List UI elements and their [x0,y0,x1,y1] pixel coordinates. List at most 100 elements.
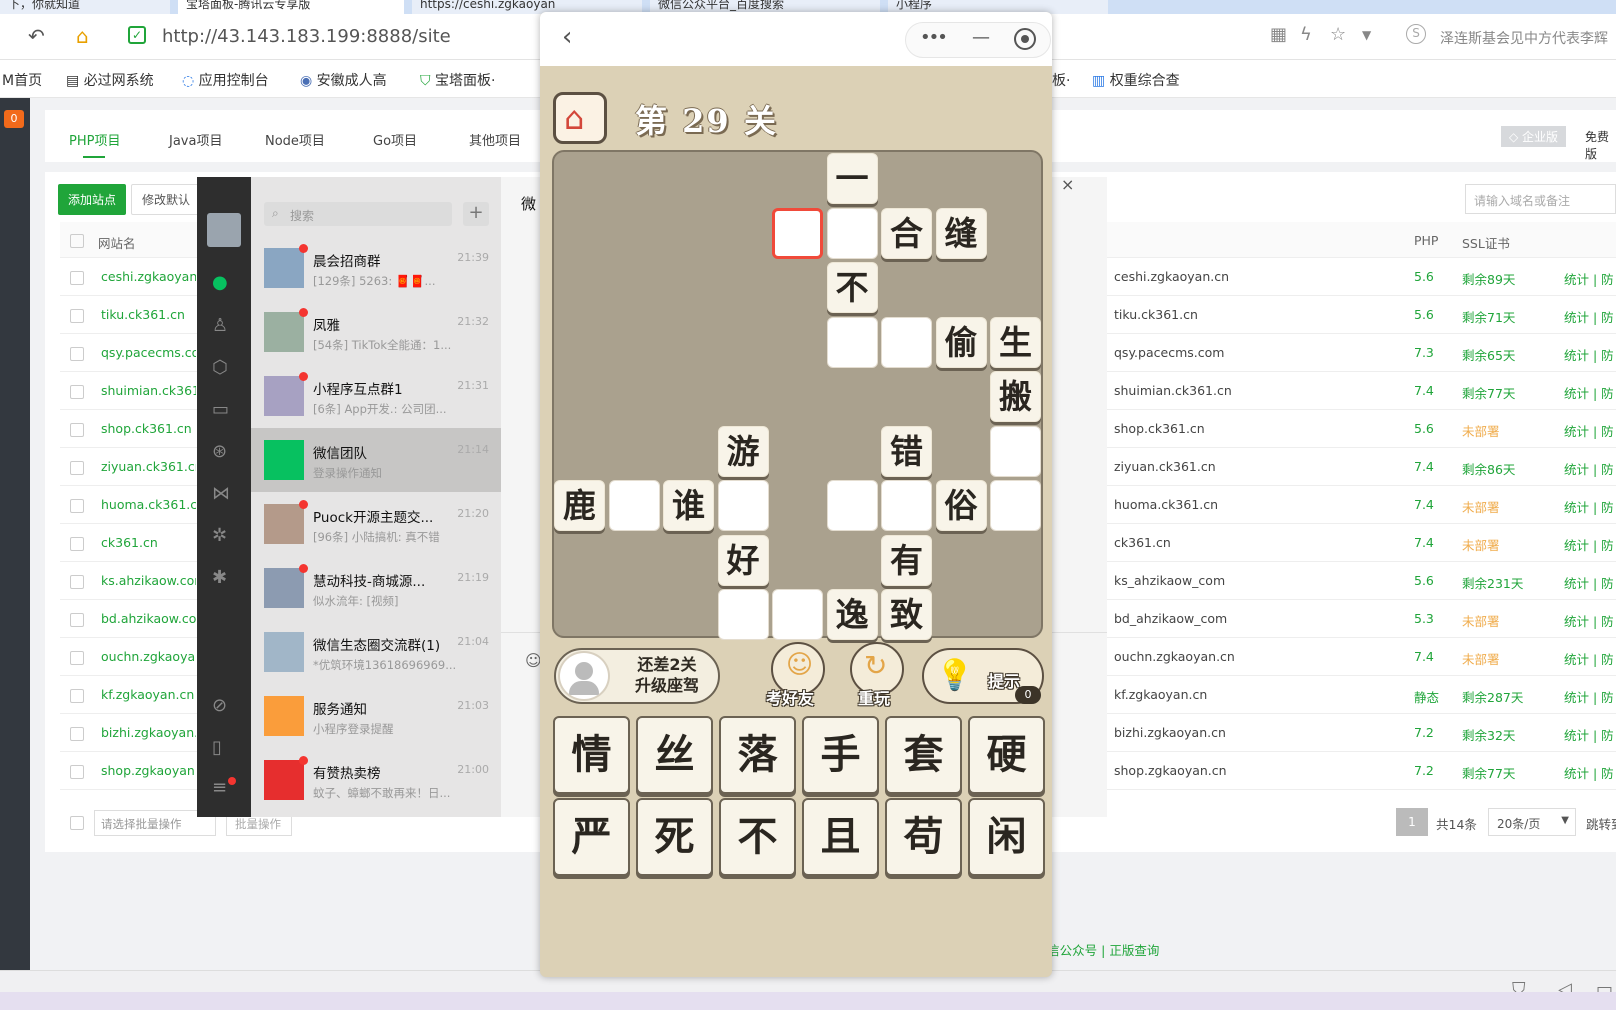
row-checkbox[interactable] [70,499,84,513]
site-name[interactable]: shop.ck361.cn [101,421,196,436]
site-name[interactable]: kf.zgkaoyan.cn [101,687,196,702]
ssl-status[interactable]: 剩余71天 [1462,307,1515,326]
character-key[interactable]: 苟 [885,798,962,876]
row-checkbox[interactable] [70,651,84,665]
row-checkbox[interactable] [70,347,84,361]
batch-checkbox[interactable] [70,816,84,830]
phone-icon[interactable]: ▯ [212,737,222,758]
avatar[interactable] [207,213,241,247]
board-cell-filled[interactable]: 逸 [826,589,878,640]
search-plugin-icon[interactable]: ✲ [212,525,227,546]
board-cell-filled[interactable]: 一 [826,153,878,204]
home-button[interactable]: ⌂ [553,92,607,144]
site-name[interactable]: bd.ahzikaow.com [101,611,196,626]
ssl-status[interactable]: 未部署 [1462,497,1500,516]
row-checkbox[interactable] [70,575,84,589]
browser-tab[interactable]: 下，你就知道 [0,0,170,14]
ssl-status[interactable]: 未部署 [1462,649,1500,668]
jump-label[interactable]: 跳转到 [1586,814,1616,833]
board-cell-empty[interactable] [990,425,1041,477]
character-key[interactable]: 且 [802,798,879,876]
character-key[interactable]: 丝 [636,716,713,794]
php-version[interactable]: 7.4 [1414,535,1434,550]
row-actions[interactable]: 统计 | 防 [1564,345,1614,364]
php-version[interactable]: 5.6 [1414,269,1434,284]
board-cell-empty[interactable] [717,589,769,640]
chat-item[interactable]: 晨会招商群 21:39 [129条] 5263: 🧧🧧... [251,236,501,300]
chat-item[interactable]: Puock开源主题交... 21:20 [96条] 小陆搞机: 真不错 [251,492,501,556]
character-key[interactable]: 不 [719,798,796,876]
chat-item[interactable]: 服务通知 21:03 小程序登录提醒 [251,684,501,748]
php-version[interactable]: 7.3 [1414,345,1434,360]
bookmark-item[interactable]: ▥ 权重综合查 [1092,70,1180,90]
enterprise-badge[interactable]: ◇ 企业版 [1501,126,1567,147]
board-cell-filled[interactable]: 偷 [935,316,987,368]
star-icon[interactable]: ☆ [1330,24,1346,45]
site-name[interactable]: ziyuan.ck361.cn [101,459,196,474]
row-checkbox[interactable] [70,461,84,475]
page-number[interactable]: 1 [1396,808,1428,836]
row-actions[interactable]: 统计 | 防 [1564,535,1614,554]
board-cell-filled[interactable]: 不 [826,262,878,313]
character-key[interactable]: 死 [636,798,713,876]
row-actions[interactable]: 统计 | 防 [1564,269,1614,288]
domain-search-input[interactable]: 请输入域名或备注 [1465,184,1616,214]
menu-icon[interactable]: ≡ [212,777,227,798]
board-cell-empty[interactable] [826,207,878,259]
close-icon[interactable]: × [1061,175,1074,194]
board-cell-empty[interactable] [826,480,878,531]
bookmark-item[interactable]: M首页 [2,70,42,90]
row-actions[interactable]: 统计 | 防 [1564,763,1614,782]
board-cell-filled[interactable]: 缝 [935,207,987,259]
channels-icon[interactable]: ⋈ [212,483,230,504]
close-miniprogram-icon[interactable] [1014,28,1036,50]
character-key[interactable]: 闲 [968,798,1045,876]
row-actions[interactable]: 统计 | 防 [1564,307,1614,326]
tab-java[interactable]: Java项目 [169,130,222,149]
bookmark-item[interactable]: ▤ 必过网系统 [66,70,154,90]
search-engine-icon[interactable]: S [1406,24,1426,44]
character-key[interactable]: 套 [885,716,962,794]
bookmark-item[interactable]: ◌ 应用控制台 [182,70,269,90]
tab-node[interactable]: Node项目 [265,130,325,149]
php-version[interactable]: 5.6 [1414,573,1434,588]
ssl-status[interactable]: 剩余32天 [1462,725,1515,744]
ssl-status[interactable]: 剩余65天 [1462,345,1515,364]
lightning-icon[interactable]: ϟ [1300,24,1312,45]
row-actions[interactable]: 统计 | 防 [1564,611,1614,630]
ssl-status[interactable]: 未部署 [1462,535,1500,554]
col-name[interactable]: 网站名 [98,233,136,252]
row-checkbox[interactable] [70,385,84,399]
site-name[interactable]: shuimian.ck361.cn [101,383,196,398]
ssl-status[interactable]: 剩余77天 [1462,763,1515,782]
wechat-search-input[interactable]: ⌕ 搜索 [264,202,452,226]
board-cell-filled[interactable]: 错 [881,425,932,477]
php-version[interactable]: 7.4 [1414,383,1434,398]
chat-item[interactable]: 微信团队 21:14 登录操作通知 [251,428,501,492]
board-cell-empty[interactable] [772,589,823,640]
ssl-status[interactable]: 剩余77天 [1462,383,1515,402]
notification-badge[interactable]: 0 [4,110,24,128]
chat-item[interactable]: 慧动科技-商城源... 21:19 似水流年: [视频] [251,556,501,620]
row-actions[interactable]: 统计 | 防 [1564,459,1614,478]
board-cell-filled[interactable]: 合 [881,207,932,259]
moments-icon[interactable]: ⊛ [212,441,227,462]
site-name[interactable]: ceshi.zgkaoyan.cn [101,269,196,284]
bookmark-item[interactable]: ⛉ 宝塔面板· [420,70,495,90]
php-version[interactable]: 5.6 [1414,307,1434,322]
modify-default-button[interactable]: 修改默认 [131,184,202,215]
more-icon[interactable]: ••• [920,27,948,48]
site-name[interactable]: ck361.cn [101,535,196,550]
contacts-icon[interactable]: ♙ [212,315,228,336]
select-all-checkbox[interactable] [70,234,84,248]
board-cell-filled[interactable]: 游 [717,425,769,477]
ssl-status[interactable]: 剩余231天 [1462,573,1523,592]
board-cell-filled[interactable]: 有 [881,534,932,586]
board-cell-filled[interactable]: 好 [717,534,769,586]
php-version[interactable]: 7.4 [1414,459,1434,474]
board-cell-filled[interactable]: 俗 [935,480,987,531]
row-checkbox[interactable] [70,689,84,703]
tab-php[interactable]: PHP项目 [69,130,120,149]
miniprogram-icon[interactable]: ✱ [212,567,227,588]
row-actions[interactable]: 统计 | 防 [1564,421,1614,440]
